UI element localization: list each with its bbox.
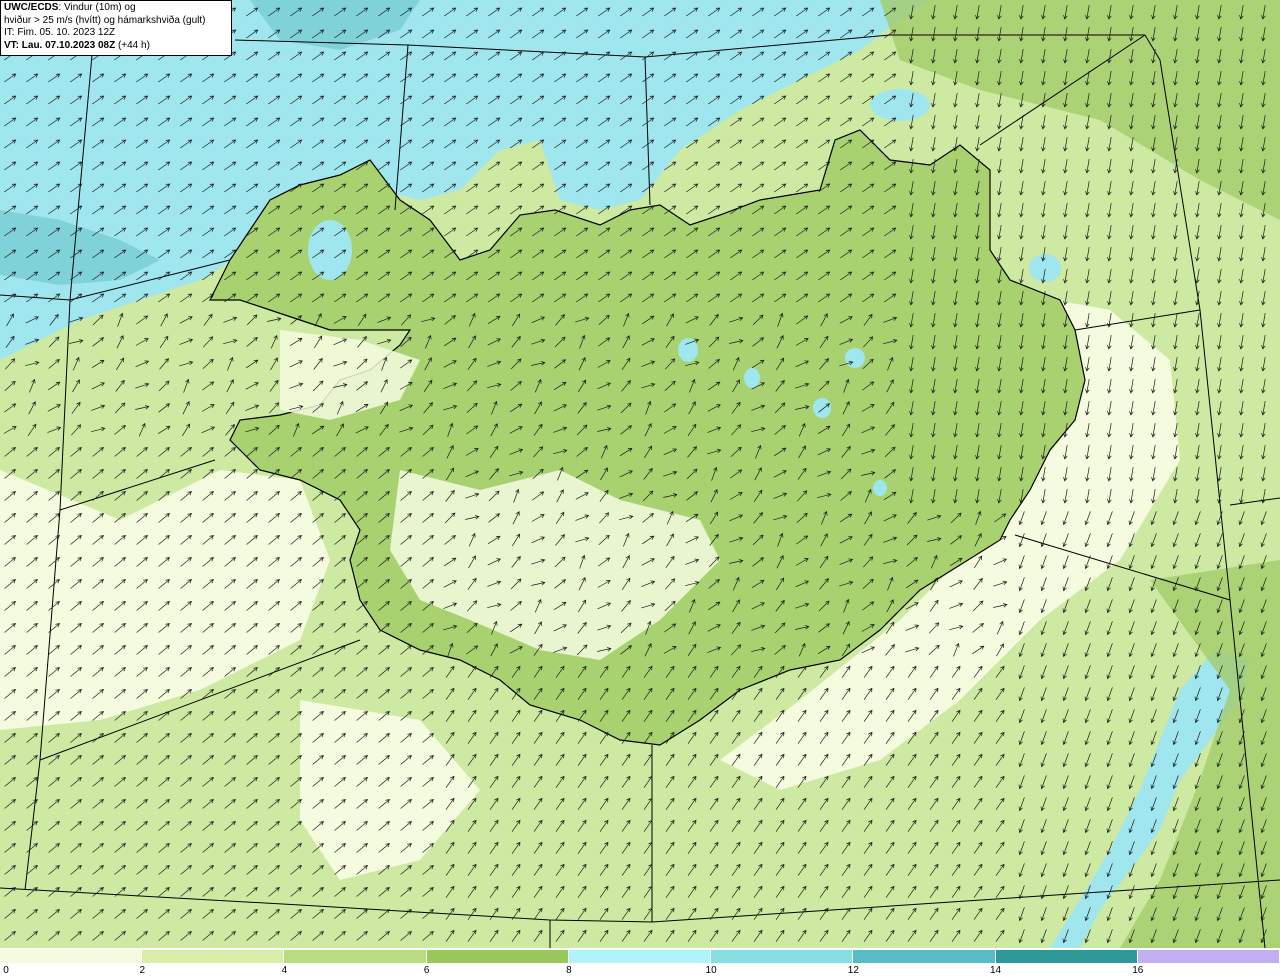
- legend-swatch: [568, 950, 712, 963]
- legend-tick-label: 14: [989, 965, 1002, 976]
- legend-tick-label: 12: [847, 965, 859, 976]
- legend-tick-label: 10: [705, 965, 717, 976]
- legend-swatch: [995, 950, 1138, 963]
- product-description-line2: hviður > 25 m/s (hvítt) og hámarkshviða …: [4, 14, 206, 26]
- legend-tick-label: 6: [423, 965, 430, 976]
- legend-swatch: [711, 950, 854, 963]
- valid-time: VT: Lau. 07.10.2023 08Z: [4, 39, 116, 51]
- lake: [678, 338, 698, 362]
- lake: [813, 398, 831, 418]
- legend-swatch: [0, 950, 143, 963]
- legend-tick-label: 8: [566, 965, 572, 976]
- map-canvas: [0, 0, 1280, 948]
- legend-tick-label: 0: [3, 965, 9, 976]
- wind-map: [0, 0, 1280, 948]
- lake: [744, 368, 760, 388]
- product-description: : Vindur (10m) og: [58, 2, 136, 13]
- legend-tick-label: 4: [281, 965, 288, 976]
- lake: [870, 89, 930, 121]
- forecast-lead: (+44 h): [115, 39, 150, 51]
- lake: [873, 480, 887, 496]
- legend-tick-label: 2: [139, 965, 145, 976]
- lake: [845, 348, 865, 368]
- map-info-box: UWC/ECDS: Vindur (10m) og hviður > 25 m/…: [0, 0, 232, 56]
- product-title: UWC/ECDS: [4, 2, 59, 13]
- initial-time: IT: Fim. 05. 10. 2023 12Z: [4, 27, 116, 38]
- legend-tick-label: 16: [1132, 965, 1144, 976]
- legend-swatch: [853, 950, 996, 963]
- legend-swatch: [284, 950, 427, 963]
- legend-color-bar: [0, 950, 1280, 963]
- legend-swatch: [426, 950, 569, 963]
- legend-swatch: [142, 950, 285, 963]
- legend-swatch: [1137, 950, 1280, 963]
- color-legend: 0 2 4 6 8 10 12 14 16: [0, 948, 1280, 978]
